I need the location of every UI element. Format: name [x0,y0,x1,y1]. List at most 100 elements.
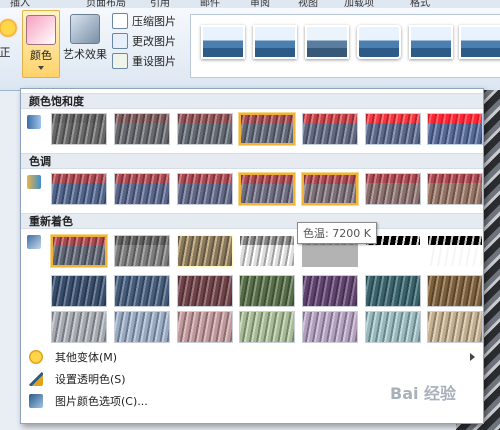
tone-option[interactable] [427,173,483,205]
thumb-pattern [428,174,482,204]
color-dropdown-panel: 颜色饱和度 色调 重新着色 其他变体(M) 设置透明色(S) 图片颜色选项(C)… [20,88,484,424]
thumb-pattern [303,312,357,342]
thumb-pattern [115,114,169,144]
recolor-option[interactable] [177,235,233,267]
thumb-pattern [241,175,293,203]
recolor-option[interactable] [365,275,421,307]
corrections-button[interactable]: 正 [0,14,22,60]
thumb-pattern [52,312,106,342]
thumb-pattern [53,237,105,265]
more-variations-label: 其他变体(M) [55,351,118,364]
reset-picture-icon [112,53,128,69]
picture-style[interactable] [253,25,297,59]
corrections-label: 正 [0,46,11,59]
artistic-effects-icon [70,14,100,44]
compress-label: 压缩图片 [132,15,176,28]
recolor-option[interactable] [302,311,358,343]
recolor-option[interactable] [51,311,107,343]
chevron-down-icon [38,66,44,70]
saturation-option[interactable] [51,113,107,145]
thumb-pattern [366,114,420,144]
watermark: Bai 经验 [390,384,457,403]
tone-option[interactable] [365,173,421,205]
change-picture-button[interactable]: 更改图片 [112,32,176,50]
more-variations-menu-item[interactable]: 其他变体(M) [21,347,483,367]
thumb-pattern [303,276,357,306]
recolor-option[interactable] [239,311,295,343]
thumb-pattern [115,174,169,204]
picture-style[interactable] [305,25,349,59]
thumb-pattern [428,312,482,342]
saturation-icon [27,115,41,129]
recolor-option[interactable] [427,235,483,267]
recolor-option[interactable] [114,275,170,307]
thumb-pattern [52,114,106,144]
saturation-option[interactable] [427,113,483,145]
thumb-pattern [240,312,294,342]
recolor-icon [27,235,41,249]
thumb-pattern [303,114,357,144]
thumb-pattern [240,276,294,306]
picture-styles-gallery[interactable] [190,14,500,78]
recolor-option[interactable] [177,275,233,307]
picture-color-options-label: 图片颜色选项(C)... [55,395,148,408]
saturation-option[interactable] [365,113,421,145]
thumb-pattern [178,114,232,144]
section-saturation-header: 颜色饱和度 [21,93,483,109]
thumb-pattern [178,276,232,306]
recolor-option[interactable] [365,311,421,343]
thumb-pattern [366,174,420,204]
transparent-color-icon [29,372,43,386]
section-tone-header: 色调 [21,153,483,169]
recolor-option[interactable] [427,275,483,307]
thumb-pattern [241,115,293,143]
tone-option[interactable] [114,173,170,205]
thumb-pattern [52,174,106,204]
recolor-option[interactable] [302,275,358,307]
color-temperature-tooltip: 色温: 7200 K [297,222,377,244]
compress-icon [112,13,128,29]
color-button[interactable]: 颜色 [22,10,60,78]
saturation-option[interactable] [177,113,233,145]
thumb-pattern [115,236,169,266]
ribbon: 正 颜色 艺术效果 压缩图片 更改图片 重设图片 [0,8,500,91]
tone-option[interactable] [177,173,233,205]
chevron-right-icon [470,353,475,361]
recolor-option[interactable] [239,235,295,267]
picture-style[interactable] [201,25,245,59]
recolor-option[interactable] [114,235,170,267]
recolor-option[interactable] [427,311,483,343]
tone-option[interactable] [51,173,107,205]
color-label: 颜色 [30,49,52,62]
thumb-pattern [304,175,356,203]
set-transparent-color-label: 设置透明色(S) [55,373,126,386]
tone-option[interactable] [239,173,295,205]
artistic-effects-button[interactable]: 艺术效果 [60,14,110,62]
thumb-pattern [428,236,482,266]
tone-icon [27,175,41,189]
recolor-option[interactable] [177,311,233,343]
thumb-pattern [52,276,106,306]
thumb-pattern [428,114,482,144]
thumb-pattern [178,312,232,342]
picture-style[interactable] [357,25,401,59]
artistic-effects-label: 艺术效果 [63,48,107,61]
picture-style[interactable] [459,25,500,59]
color-options-icon [29,394,43,408]
compress-pictures-button[interactable]: 压缩图片 [112,12,176,30]
thumb-pattern [178,174,232,204]
recolor-option[interactable] [239,275,295,307]
reset-picture-button[interactable]: 重设图片 [112,52,176,70]
color-icon [26,15,56,45]
picture-style[interactable] [409,25,453,59]
thumb-pattern [366,312,420,342]
recolor-option[interactable] [51,235,107,267]
recolor-option[interactable] [51,275,107,307]
tone-option[interactable] [302,173,358,205]
saturation-option[interactable] [114,113,170,145]
saturation-option[interactable] [239,113,295,145]
change-picture-label: 更改图片 [132,35,176,48]
thumb-pattern [115,276,169,306]
recolor-option[interactable] [114,311,170,343]
saturation-option[interactable] [302,113,358,145]
